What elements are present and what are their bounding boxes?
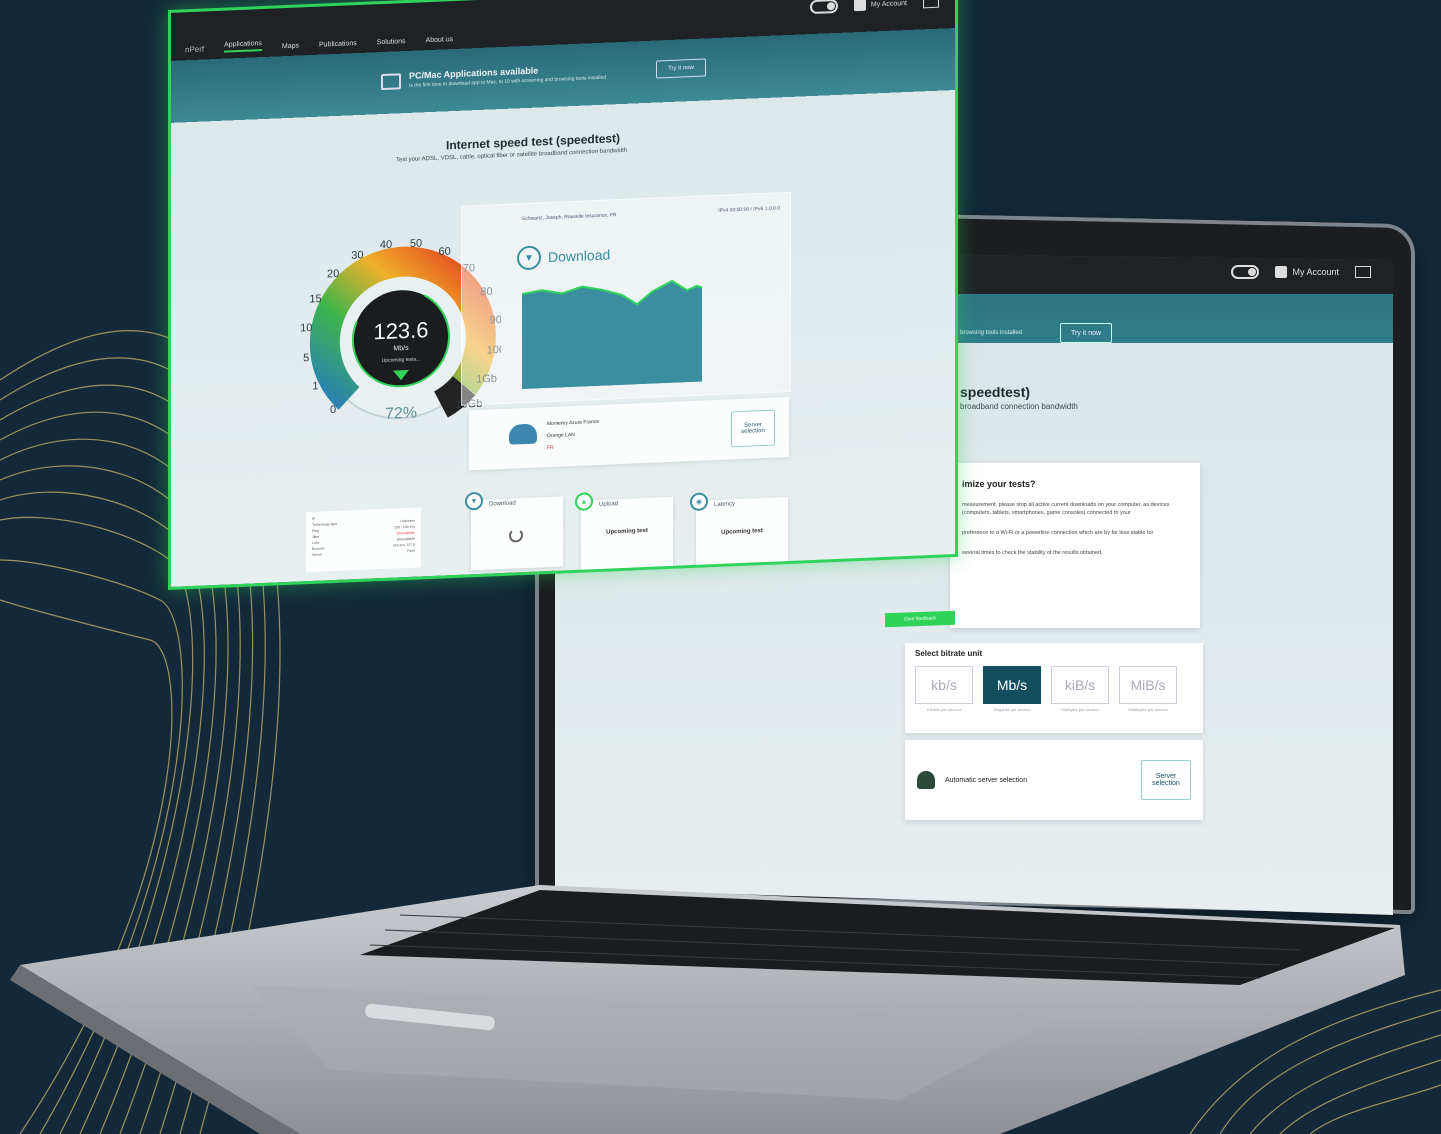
banner-text: browsing tools installed [960, 330, 1023, 336]
test-label: Download [489, 500, 516, 508]
server-name: Monterey Azure France [547, 418, 599, 428]
server-isp: Orange LAN [547, 431, 575, 440]
download-label: Download [548, 246, 611, 266]
try-now-button[interactable]: Try it now [656, 58, 706, 79]
server-selection-button[interactable]: Server selection [731, 409, 775, 448]
tips-title: imize your tests? [962, 479, 1036, 489]
latency-test-card: ◉ Latency Upcoming test [690, 492, 788, 571]
server-flag: FR [547, 444, 554, 452]
ip-info: IPv4 00:00:00 / IPv6 1.0.0.0 [718, 205, 780, 214]
window-header: nPerf Applications Maps Publications Sol… [171, 0, 955, 61]
eye-icon: ◉ [690, 492, 708, 512]
gauge-percent: 72% [385, 405, 417, 423]
bitrate-title: Select bitrate unit [915, 649, 983, 658]
unit-option-kbps[interactable]: kb/s Kilobits per second [915, 666, 973, 712]
gauge-unit: Mb/s [393, 345, 409, 353]
server-card: Monterey Azure France Orange LAN FR Serv… [469, 396, 789, 471]
nav-solutions[interactable]: Solutions [377, 38, 406, 46]
page-subtitle: broadband connection bandwidth [960, 402, 1078, 411]
server-tree-icon [917, 771, 935, 789]
tips-card: imize your tests? measurement, please st… [950, 463, 1200, 628]
gauge-tick-label: 30 [351, 249, 363, 262]
gauge-tick-label: 60 [438, 246, 450, 259]
gauge-tick-label: 5 [303, 352, 309, 364]
bitrate-unit-card: Select bitrate unit kb/s Kilobits per se… [905, 643, 1203, 733]
gauge-tick-label: 0 [330, 404, 336, 416]
unit-button[interactable]: kiB/s [1051, 666, 1109, 704]
connection-info-table: IP Technology type Unknown Ping 100 - 100 Km… [306, 507, 421, 573]
info-key: Server [312, 552, 323, 557]
language-flag-icon[interactable] [1355, 266, 1371, 278]
nav-publications[interactable]: Publications [319, 40, 357, 49]
download-icon: ▼ [465, 491, 483, 511]
unit-button[interactable]: Mb/s [983, 666, 1041, 704]
try-now-button[interactable]: Try it now [1060, 323, 1112, 343]
test-label: Latency [714, 501, 736, 509]
gauge-tick-label: 50 [410, 238, 422, 251]
server-selection-card: Automatic server selection Server select… [905, 740, 1203, 820]
gauge-tick-label: 10 [301, 322, 312, 335]
floating-speedtest-window: nPerf Applications Maps Publications Sol… [168, 0, 958, 591]
test-label: Upload [599, 501, 619, 508]
account-link[interactable]: My Account [853, 0, 907, 12]
nav-maps[interactable]: Maps [282, 43, 299, 51]
account-label: My Account [870, 0, 907, 9]
gauge-tick-label: 40 [380, 239, 392, 252]
gauge-tick-label: 20 [327, 268, 339, 281]
unit-button[interactable]: MiB/s [1119, 666, 1177, 704]
unit-caption: Kibibytes per second [1061, 707, 1099, 712]
tips-item: several times to check the stability of … [962, 550, 1103, 556]
page-title: speedtest) [960, 384, 1031, 400]
connection-info: Schwartz, Joseph, Rouselle Insurance, FR [522, 212, 617, 223]
upload-icon: ▲ [575, 492, 593, 511]
unit-option-mibps[interactable]: MiB/s Mebibytes per second [1119, 666, 1177, 712]
server-selection-button[interactable]: Server selection [1141, 760, 1191, 800]
language-flag-icon[interactable] [923, 0, 939, 9]
unit-caption: Mebibytes per second [1128, 707, 1168, 712]
nav-applications[interactable]: Applications [224, 40, 262, 53]
download-graph [522, 279, 702, 390]
gauge-tick-label: 15 [309, 293, 321, 306]
download-icon: ▼ [517, 245, 541, 271]
tips-item: preference to a Wi-Fi or a powerline con… [962, 530, 1154, 536]
theme-toggle[interactable] [809, 0, 838, 15]
account-link[interactable]: My Account [1275, 266, 1339, 278]
user-icon [853, 0, 866, 12]
info-value: Paris [407, 548, 415, 553]
page-subtitle: Test your ADSL, VDSL, cable, optical fib… [396, 147, 628, 164]
nav-about-us[interactable]: About us [426, 36, 454, 44]
tips-item: measurement, please stop all active curr… [962, 502, 1170, 516]
download-test-card: ▼ Download [465, 491, 563, 571]
logo[interactable]: nPerf [185, 44, 204, 54]
unit-caption: Kilobits per second [927, 707, 961, 712]
theme-toggle[interactable] [1231, 265, 1260, 279]
test-status: Upcoming test [606, 527, 648, 536]
test-status: Upcoming test [721, 528, 763, 536]
loading-spinner-icon [509, 528, 523, 543]
monitor-icon [381, 73, 401, 91]
upload-test-card: ▲ Upload Upcoming test [575, 492, 673, 571]
account-label: My Account [1292, 267, 1339, 277]
unit-caption: Megabits per second [993, 707, 1031, 712]
unit-button[interactable]: kb/s [915, 666, 973, 704]
feedback-tab[interactable]: Give feedback [885, 610, 955, 628]
unit-option-kibps[interactable]: kiB/s Kibibytes per second [1051, 666, 1109, 712]
gauge-value: 123.6 [373, 317, 428, 344]
unit-option-mbps[interactable]: Mb/s Megabits per second [983, 666, 1041, 712]
download-panel: Schwartz, Joseph, Rouselle Insurance, FR… [461, 191, 791, 406]
auto-server-text: Automatic server selection [945, 776, 1028, 784]
cloud-server-icon [509, 423, 537, 445]
gauge-tick-label: 1 [312, 380, 318, 392]
user-icon [1275, 266, 1288, 278]
